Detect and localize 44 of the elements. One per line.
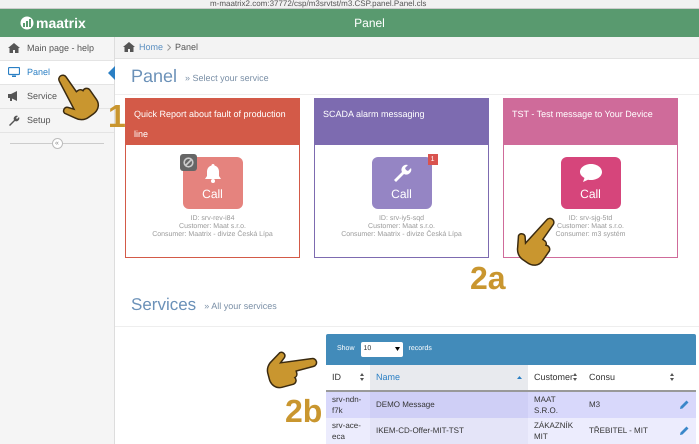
annotation-label: 2a [470,262,506,294]
breadcrumb-text: Panel [175,40,198,54]
card-header: SCADA alarm messaging [315,98,488,145]
column-header[interactable]: ID [326,364,370,391]
column-header[interactable]: Customer [528,364,584,391]
sort-ascending-icon [517,376,522,379]
sort-icon [360,373,364,382]
table-cell: TŘEBITEL - MIT [583,418,680,444]
bell-icon [204,162,222,183]
table-cell: DEMO Message [370,390,528,418]
selection-caret-icon [108,66,115,80]
home-icon [123,42,135,52]
table-cell: srv-ndn-f7k [326,390,370,418]
card-header: TST - Test message to Your Device [504,98,677,145]
column-header[interactable]: Name [370,364,528,391]
table-cell: MAAT S.R.O. [528,390,584,418]
home-icon [8,43,20,54]
sidebar-item[interactable]: Panel [0,61,114,85]
megaphone-icon [8,91,20,102]
page-title: Panel [354,15,385,32]
wrench-icon [392,162,412,183]
table-cell: IKEM-CD-Offer-MIT-TST [370,418,528,444]
table-cell: srv-ace-eca [326,418,370,444]
logo-text: maatrix [36,14,86,32]
wrench-icon [8,115,20,126]
annotation-label: 2b [285,395,322,427]
sort-icon [670,373,674,382]
speech-bubble-icon [578,162,602,183]
section-subtitle: » All your services [204,300,277,314]
table-cell: ZÁKAZNÍK MIT [528,418,584,444]
section-subtitle: » Select your service [185,72,269,85]
table-row[interactable]: srv-ace-eca IKEM-CD-Offer-MIT-TST ZÁKAZNÍK MIT TŘEBITEL - MIT [326,418,696,444]
sort-icon [573,373,578,382]
column-header[interactable]: Consu [583,364,680,391]
chevron-icon [167,44,172,51]
section-title: Services [131,294,196,316]
call-button[interactable]: Call [560,156,620,209]
logo-icon [20,16,34,30]
card-header: Quick Report about fault of production line [126,98,299,145]
monitor-icon [8,67,20,78]
dropdown-caret-icon [394,347,400,352]
section-title: Panel [131,64,178,88]
table-cell: M3 [583,390,680,418]
table-row[interactable]: srv-ndn-f7k DEMO Message MAAT S.R.O. M3 [326,390,696,418]
